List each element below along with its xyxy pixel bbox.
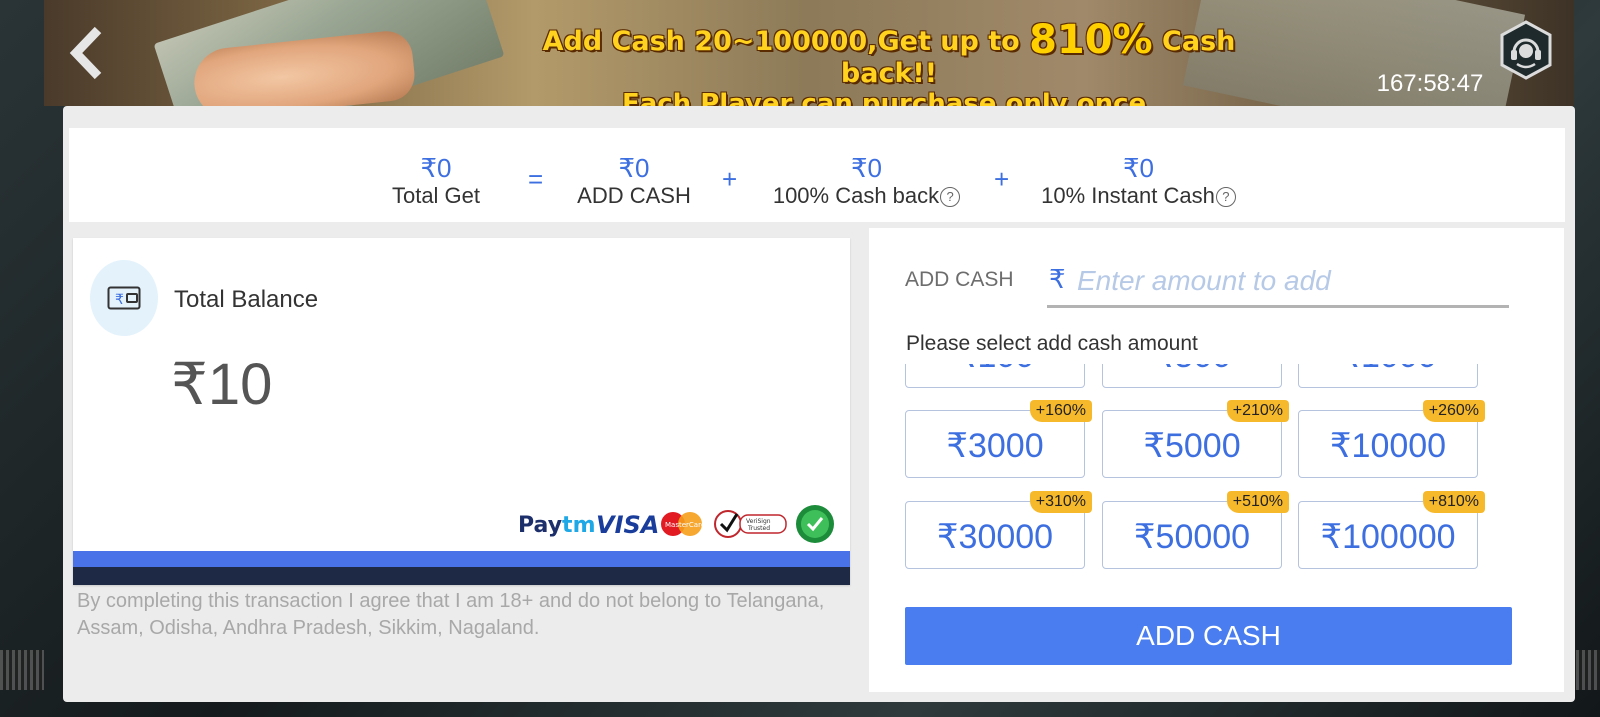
amount-option[interactable]: ₹100 [905, 364, 1085, 388]
back-button[interactable] [66, 26, 106, 80]
bonus-badge: +510% [1226, 491, 1289, 513]
card-stripe-navy [73, 567, 850, 585]
amount-option[interactable]: ₹30000 +310% [905, 491, 1092, 569]
bonus-badge: +810% [1422, 491, 1485, 513]
amount-option[interactable]: ₹50000 +510% [1102, 491, 1289, 569]
promo-banner: Add Cash 20~100000,Get up to 810% Cash b… [44, 0, 1574, 106]
add-cash-button[interactable]: ADD CASH [905, 607, 1512, 665]
total-balance-amount: ₹10 [171, 352, 273, 417]
svg-text:MasterCard: MasterCard [665, 521, 705, 529]
headset-support-icon [1500, 20, 1552, 80]
countdown-timer: 167:58:47 [1376, 70, 1484, 97]
add-cash-form: ADD CASH ₹ Please select add cash amount… [869, 228, 1564, 692]
bonus-badge: +260% [1422, 400, 1485, 422]
summary-cash-back: ₹0 100% Cash back? [759, 154, 974, 210]
plus-sign: + [722, 164, 738, 194]
wallet-icon: ₹ [107, 286, 141, 310]
bonus-badge: +210% [1226, 400, 1289, 422]
summary-add-cash: ₹0 ADD CASH [577, 153, 691, 208]
svg-text:Trusted: Trusted [747, 525, 770, 532]
amount-input[interactable] [1075, 260, 1509, 302]
verisign-logo: VeriSign Trusted [714, 510, 787, 538]
bonus-badge: +310% [1029, 491, 1092, 513]
amount-option[interactable]: ₹1000 [1298, 364, 1478, 388]
rupee-icon: ₹ [1049, 264, 1066, 294]
chevron-left-icon [69, 26, 102, 80]
input-underline [1047, 305, 1509, 308]
amount-options-grid[interactable]: ₹100 ₹500 ₹1000 ₹3000+160% ₹5000+210% ₹1… [905, 364, 1495, 596]
help-icon[interactable]: ? [940, 187, 961, 207]
promo-text: Add Cash 20~100000,Get up to 810% Cash b… [504, 20, 1274, 106]
total-balance-label: Total Balance [174, 286, 319, 313]
wallet-icon-circle: ₹ [90, 260, 158, 336]
mastercard-logo: MasterCard [661, 512, 705, 536]
amount-option[interactable]: ₹3000 +160% [905, 400, 1092, 478]
svg-text:VeriSign: VeriSign [746, 518, 771, 525]
select-amount-label: Please select add cash amount [906, 332, 1198, 355]
summary-instant-cash: ₹0 10% Instant Cash? [1031, 154, 1246, 210]
equals-sign: = [528, 164, 544, 194]
add-cash-label: ADD CASH [905, 268, 1014, 291]
plus-sign: + [994, 164, 1010, 194]
balance-card: ₹ Total Balance ₹10 Paytm VISA MasterCar… [73, 238, 850, 585]
amount-option[interactable]: ₹10000 +260% [1298, 400, 1485, 478]
support-button[interactable] [1496, 20, 1556, 80]
amount-option[interactable]: ₹500 [1102, 364, 1282, 388]
terms-text: By completing this transaction I agree t… [77, 590, 825, 639]
visa-logo: VISA [596, 511, 659, 539]
secure-shield-logo [796, 505, 834, 543]
card-stripe-blue [73, 551, 850, 567]
svg-text:₹: ₹ [115, 292, 124, 308]
summary-bar: ₹0 Total Get = ₹0 ADD CASH + ₹0 100% Cas… [69, 128, 1565, 222]
background-rail [0, 650, 44, 690]
help-icon[interactable]: ? [1215, 187, 1236, 207]
add-cash-panel: ₹0 Total Get = ₹0 ADD CASH + ₹0 100% Cas… [63, 106, 1575, 702]
summary-total-get: ₹0 Total Get [391, 153, 481, 208]
bonus-badge: +160% [1029, 400, 1092, 422]
payment-logos: Paytm VISA MasterCard VeriSign Trusted [518, 505, 834, 543]
amount-option[interactable]: ₹100000 +810% [1298, 491, 1485, 569]
promo-line-2: Each Player can purchase only once. [621, 89, 1157, 106]
promo-line-1: Add Cash 20~100000,Get up to 810% Cash b… [542, 17, 1236, 89]
paytm-logo: Paytm [518, 513, 596, 538]
amount-option[interactable]: ₹5000 +210% [1102, 400, 1289, 478]
